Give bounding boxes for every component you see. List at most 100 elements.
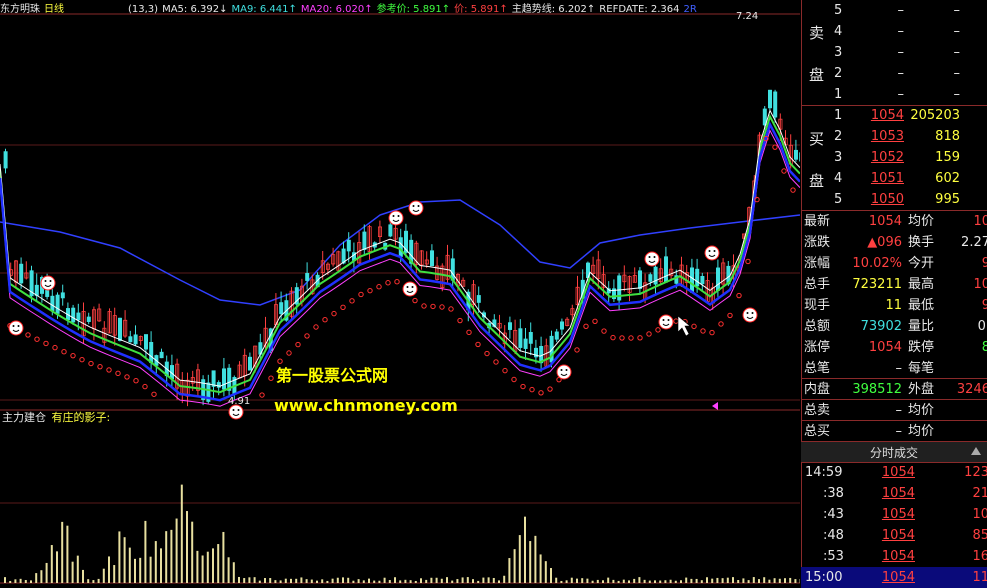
volume-bar bbox=[4, 577, 6, 583]
volume-bar bbox=[685, 577, 688, 583]
sell-order-row[interactable]: 3 – – bbox=[802, 42, 987, 63]
indicator-6: REFDATE: 2.364 bbox=[599, 4, 680, 14]
tick-row[interactable]: 15:00 1054 11 bbox=[801, 567, 987, 588]
buy-order-row[interactable]: 1 1054 205203 bbox=[802, 105, 987, 126]
volume-bar bbox=[654, 580, 656, 583]
volume-bar bbox=[368, 578, 370, 583]
support-dot bbox=[430, 303, 436, 310]
volume-bar bbox=[716, 577, 719, 583]
sell-order-volume: – bbox=[953, 66, 961, 81]
buy-order-row[interactable]: 3 1052 159 bbox=[802, 147, 987, 168]
volume-bar bbox=[518, 535, 521, 583]
candle-body bbox=[476, 295, 481, 303]
quote-label: 涨幅 bbox=[804, 256, 831, 271]
support-dot bbox=[646, 331, 652, 337]
buy-order-volume: 602 bbox=[935, 171, 960, 186]
volume-bar bbox=[752, 577, 755, 583]
quote-value: 10 bbox=[973, 277, 987, 292]
sub-indicator-name[interactable]: 主力建仓 bbox=[2, 411, 46, 424]
candle-body bbox=[118, 317, 123, 341]
sell-order-price: – bbox=[897, 66, 905, 81]
quote-value: 2.27 bbox=[961, 235, 987, 250]
tick-price: 1054 bbox=[881, 528, 915, 543]
candle-body bbox=[528, 331, 533, 344]
tick-volume: 123 bbox=[964, 465, 987, 480]
support-dot bbox=[115, 370, 121, 377]
buy-order-row[interactable]: 2 1053 818 bbox=[802, 126, 987, 147]
tick-price: 1054 bbox=[881, 486, 915, 501]
volume-bar bbox=[721, 578, 724, 583]
support-dot bbox=[673, 318, 679, 324]
tick-list[interactable]: 14:59 1054 123:38 1054 21:43 1054 10:48 1054 85:… bbox=[801, 462, 987, 588]
support-dot bbox=[331, 310, 337, 317]
tick-row[interactable]: :38 1054 21 bbox=[801, 483, 987, 504]
support-dot bbox=[529, 386, 535, 393]
support-dot bbox=[322, 316, 328, 323]
volume-bar bbox=[747, 580, 750, 583]
volume-bar bbox=[680, 580, 682, 583]
kline-chart-area[interactable]: 东方明珠 日线 (13,3) MA5: 6.392↓ MA9: 6.441↑ MA20: … bbox=[0, 0, 800, 588]
tick-row[interactable]: :53 1054 16 bbox=[801, 546, 987, 567]
smiley-icon bbox=[8, 320, 24, 336]
smiley-eye bbox=[17, 325, 20, 327]
volume-bar bbox=[513, 549, 516, 583]
sell-order-row[interactable]: 1 – – bbox=[802, 84, 987, 105]
quote-row: 总笔 – 每笔 bbox=[802, 358, 987, 379]
sell-order-row[interactable]: 5 – – bbox=[802, 0, 987, 21]
kline-chart-svg[interactable] bbox=[0, 0, 800, 588]
volume-bar bbox=[191, 521, 194, 583]
volume-bar bbox=[180, 484, 183, 583]
sell-order-row[interactable]: 4 – – bbox=[802, 21, 987, 42]
support-dot bbox=[502, 367, 508, 374]
support-dot bbox=[439, 304, 445, 310]
volume-bar bbox=[763, 577, 766, 583]
smiley-icon bbox=[388, 210, 404, 226]
smiley-eye bbox=[751, 312, 754, 314]
quote-label: 最高 bbox=[908, 277, 935, 292]
tick-time: 14:59 bbox=[805, 465, 843, 480]
buy-order-row[interactable]: 4 1051 602 bbox=[802, 168, 987, 189]
candle-body bbox=[398, 237, 403, 257]
support-dot bbox=[628, 335, 634, 341]
chevron-up-icon[interactable] bbox=[971, 447, 981, 455]
volume-bar bbox=[508, 558, 511, 583]
quote-row: 总买 – 均价 bbox=[802, 421, 987, 442]
volume-bar bbox=[118, 531, 121, 583]
support-dot bbox=[106, 367, 112, 373]
volume-bar bbox=[633, 578, 636, 583]
smiley-eye bbox=[397, 215, 400, 217]
tick-row[interactable]: :43 1054 10 bbox=[801, 504, 987, 525]
indicator-2: MA20: 6.020↑ bbox=[300, 4, 373, 14]
quote-label: 均价 bbox=[908, 424, 935, 439]
volume-bar bbox=[664, 580, 667, 583]
volume-bar bbox=[113, 565, 116, 583]
ticks-header[interactable]: 分时成交 bbox=[801, 441, 987, 463]
sell-order-row[interactable]: 2 – – bbox=[802, 63, 987, 84]
volume-bar bbox=[487, 577, 490, 583]
period-label[interactable]: 日线 bbox=[44, 4, 64, 14]
buy-order-level: 4 bbox=[834, 171, 843, 186]
support-dot bbox=[493, 359, 499, 365]
volume-bar bbox=[24, 580, 27, 583]
volume-bar bbox=[170, 529, 173, 583]
volume-bar bbox=[154, 541, 157, 583]
quote-label: 总买 bbox=[804, 424, 831, 439]
volume-bar bbox=[19, 578, 22, 583]
support-dot bbox=[610, 334, 616, 341]
buy-order-row[interactable]: 5 1050 995 bbox=[802, 189, 987, 210]
volume-bar bbox=[461, 577, 464, 583]
quote-value: 10 bbox=[973, 214, 987, 229]
support-dot bbox=[790, 187, 796, 193]
quote-label: 总卖 bbox=[804, 403, 831, 418]
smiley-icon bbox=[408, 200, 424, 216]
candle-body bbox=[664, 256, 669, 283]
tick-row[interactable]: 14:59 1054 123 bbox=[801, 462, 987, 483]
quote-value: 8 bbox=[981, 340, 987, 355]
tick-row[interactable]: :48 1054 85 bbox=[801, 525, 987, 546]
volume-bar bbox=[534, 535, 537, 583]
candle-body bbox=[700, 276, 705, 285]
support-dot bbox=[583, 323, 589, 330]
quote-value: 0. bbox=[977, 319, 987, 334]
indicator-5: 主趋势线: 6.202↑ bbox=[511, 4, 596, 14]
tick-time: :38 bbox=[823, 486, 844, 501]
